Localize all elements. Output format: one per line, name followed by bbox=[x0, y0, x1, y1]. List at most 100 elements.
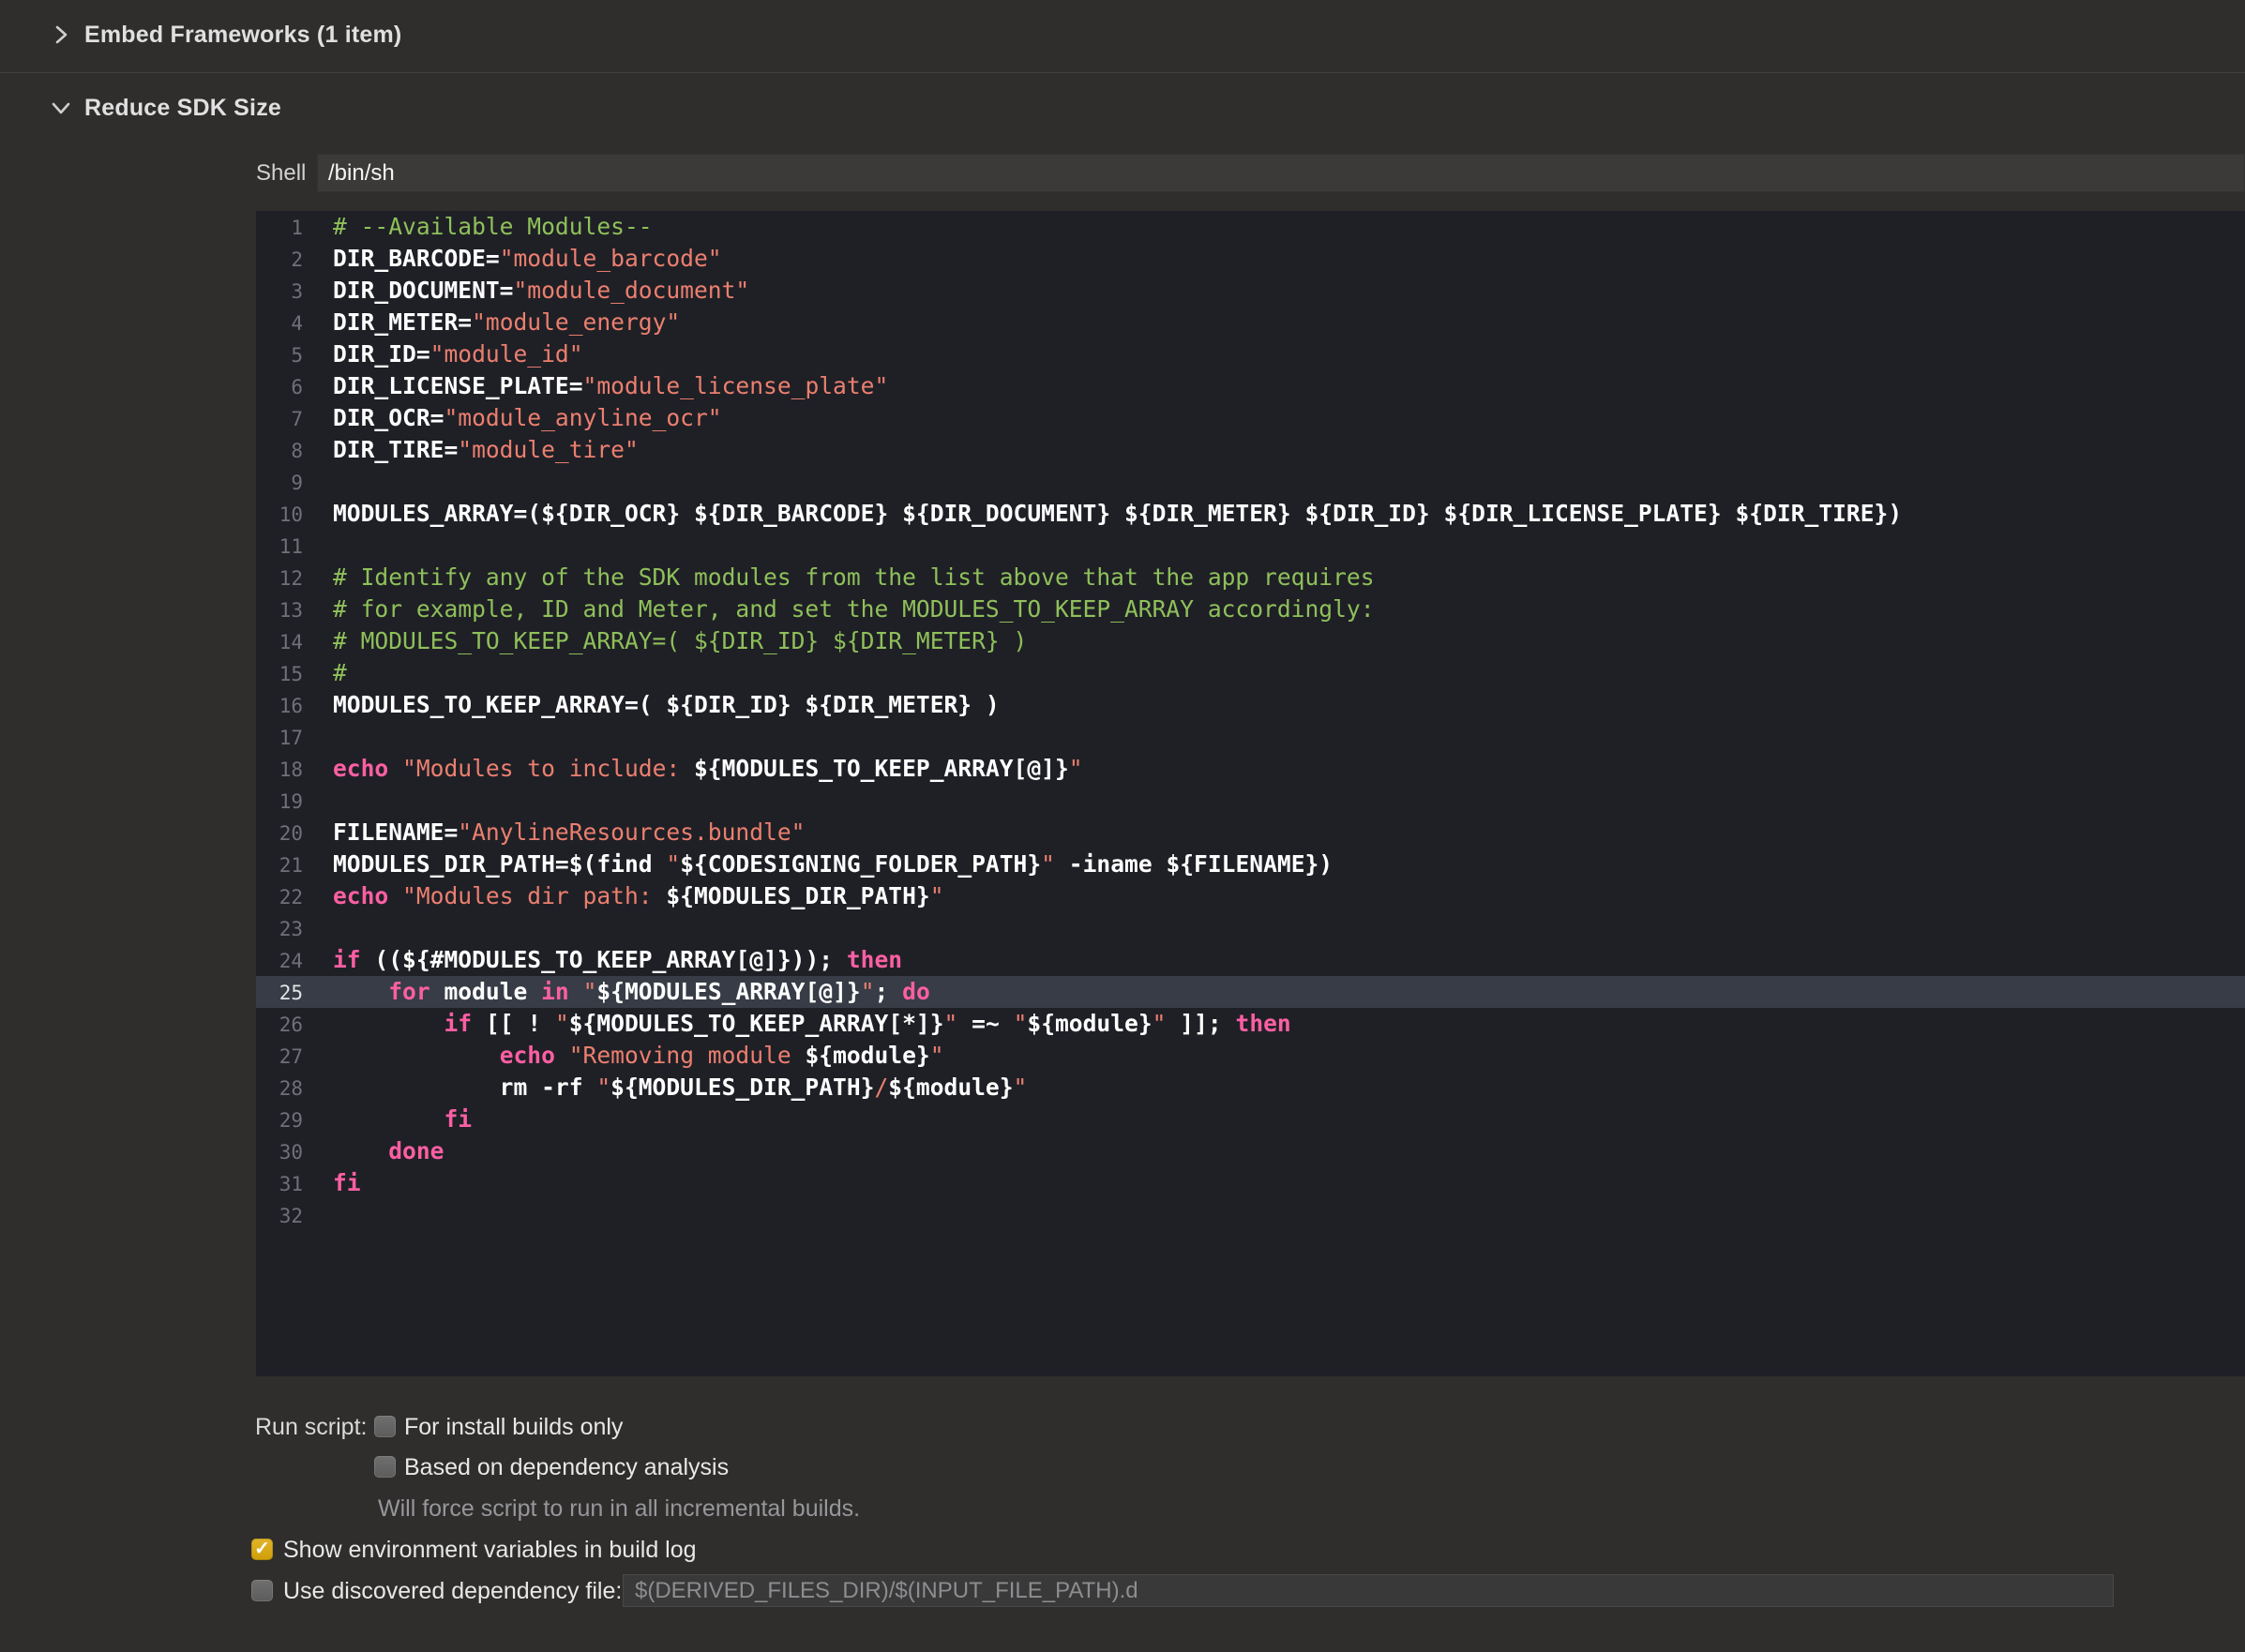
line-number: 10 bbox=[256, 499, 303, 531]
code-line[interactable]: 15# bbox=[256, 657, 2245, 689]
code-text: DIR_METER="module_energy" bbox=[303, 308, 680, 336]
checkbox-show-environment-variables[interactable]: ✓ bbox=[251, 1539, 273, 1560]
line-number: 8 bbox=[256, 435, 303, 467]
line-number: 17 bbox=[256, 722, 303, 754]
code-text: # --Available Modules-- bbox=[303, 213, 653, 240]
line-number: 7 bbox=[256, 403, 303, 435]
line-number: 12 bbox=[256, 563, 303, 594]
script-editor[interactable]: 1# --Available Modules--2DIR_BARCODE="mo… bbox=[256, 211, 2245, 1376]
line-number: 20 bbox=[256, 818, 303, 849]
code-line[interactable]: 6DIR_LICENSE_PLATE="module_license_plate… bbox=[256, 370, 2245, 402]
code-text: if ((${#MODULES_TO_KEEP_ARRAY[@]})); the… bbox=[303, 946, 902, 973]
line-number: 4 bbox=[256, 308, 303, 339]
code-line[interactable]: 20FILENAME="AnylineResources.bundle" bbox=[256, 817, 2245, 849]
phase-title: Reduce SDK Size bbox=[84, 82, 281, 134]
code-line[interactable]: 5DIR_ID="module_id" bbox=[256, 338, 2245, 370]
code-line[interactable]: 7DIR_OCR="module_anyline_ocr" bbox=[256, 402, 2245, 434]
code-line[interactable]: 3DIR_DOCUMENT="module_document" bbox=[256, 275, 2245, 307]
line-number: 13 bbox=[256, 594, 303, 626]
code-line[interactable]: 8DIR_TIRE="module_tire" bbox=[256, 434, 2245, 466]
code-line[interactable]: 23 bbox=[256, 912, 2245, 944]
code-text: DIR_DOCUMENT="module_document" bbox=[303, 277, 749, 304]
checkbox-for-install-builds-only[interactable]: ✓ bbox=[374, 1416, 396, 1437]
line-number: 19 bbox=[256, 786, 303, 818]
phase-title: Embed Frameworks (1 item) bbox=[84, 8, 401, 61]
code-text: rm -rf "${MODULES_DIR_PATH}/${module}" bbox=[303, 1074, 1027, 1101]
line-number: 31 bbox=[256, 1168, 303, 1200]
line-number: 3 bbox=[256, 276, 303, 308]
code-line[interactable]: 29 fi bbox=[256, 1104, 2245, 1135]
code-line[interactable]: 17 bbox=[256, 721, 2245, 753]
code-text: MODULES_ARRAY=(${DIR_OCR} ${DIR_BARCODE}… bbox=[303, 500, 1902, 527]
code-text: for module in "${MODULES_ARRAY[@]}"; do bbox=[303, 978, 930, 1005]
line-number: 26 bbox=[256, 1009, 303, 1041]
code-line[interactable]: 1# --Available Modules-- bbox=[256, 211, 2245, 243]
for-install-builds-only-label: For install builds only bbox=[404, 1414, 623, 1440]
code-text bbox=[303, 723, 333, 750]
section-divider bbox=[0, 72, 2245, 73]
phase-header-reduce-sdk-size[interactable]: Reduce SDK Size bbox=[0, 82, 2245, 134]
code-text: fi bbox=[303, 1169, 361, 1196]
line-number: 14 bbox=[256, 626, 303, 658]
code-line[interactable]: 22echo "Modules dir path: ${MODULES_DIR_… bbox=[256, 880, 2245, 912]
checkmark-icon: ✓ bbox=[251, 1539, 273, 1560]
code-text: DIR_OCR="module_anyline_ocr" bbox=[303, 404, 722, 431]
code-line[interactable]: 4DIR_METER="module_energy" bbox=[256, 307, 2245, 338]
code-text bbox=[303, 914, 333, 941]
code-line[interactable]: 12# Identify any of the SDK modules from… bbox=[256, 562, 2245, 593]
show-environment-variables-label: Show environment variables in build log bbox=[283, 1537, 697, 1563]
code-line[interactable]: 18echo "Modules to include: ${MODULES_TO… bbox=[256, 753, 2245, 785]
code-text bbox=[303, 532, 333, 559]
code-text: fi bbox=[303, 1105, 472, 1133]
line-number: 32 bbox=[256, 1200, 303, 1232]
line-number: 25 bbox=[256, 977, 303, 1009]
code-line[interactable]: 16MODULES_TO_KEEP_ARRAY=( ${DIR_ID} ${DI… bbox=[256, 689, 2245, 721]
code-text: # for example, ID and Meter, and set the… bbox=[303, 595, 1375, 623]
shell-input[interactable]: /bin/sh bbox=[317, 154, 2245, 192]
line-number: 24 bbox=[256, 945, 303, 977]
code-line[interactable]: 30 done bbox=[256, 1135, 2245, 1167]
code-line[interactable]: 21MODULES_DIR_PATH=$(find "${CODESIGNING… bbox=[256, 849, 2245, 880]
phase-header-embed-frameworks[interactable]: Embed Frameworks (1 item) bbox=[0, 8, 2245, 61]
checkbox-use-discovered-dependency-file[interactable]: ✓ bbox=[251, 1580, 273, 1601]
code-line[interactable]: 10MODULES_ARRAY=(${DIR_OCR} ${DIR_BARCOD… bbox=[256, 498, 2245, 530]
line-number: 30 bbox=[256, 1136, 303, 1168]
build-phases-pane: Embed Frameworks (1 item) Reduce SDK Siz… bbox=[0, 0, 2245, 1652]
code-line[interactable]: 32 bbox=[256, 1199, 2245, 1231]
chevron-down-icon[interactable] bbox=[49, 96, 73, 120]
code-text: MODULES_TO_KEEP_ARRAY=( ${DIR_ID} ${DIR_… bbox=[303, 691, 1000, 718]
line-number: 18 bbox=[256, 754, 303, 786]
based-on-dependency-analysis-label: Based on dependency analysis bbox=[404, 1454, 729, 1480]
code-text: echo "Removing module ${module}" bbox=[303, 1042, 944, 1069]
dependency-file-input[interactable]: $(DERIVED_FILES_DIR)/$(INPUT_FILE_PATH).… bbox=[623, 1574, 2114, 1607]
line-number: 21 bbox=[256, 849, 303, 881]
use-discovered-dependency-file-label: Use discovered dependency file: bbox=[283, 1578, 622, 1604]
code-text: DIR_LICENSE_PLATE="module_license_plate" bbox=[303, 372, 888, 399]
line-number: 6 bbox=[256, 371, 303, 403]
line-number: 11 bbox=[256, 531, 303, 563]
line-number: 15 bbox=[256, 658, 303, 690]
run-script-label: Run script: bbox=[255, 1414, 367, 1440]
code-line[interactable]: 9 bbox=[256, 466, 2245, 498]
code-line[interactable]: 28 rm -rf "${MODULES_DIR_PATH}/${module}… bbox=[256, 1072, 2245, 1104]
code-line[interactable]: 13# for example, ID and Meter, and set t… bbox=[256, 593, 2245, 625]
line-number: 29 bbox=[256, 1104, 303, 1136]
code-line[interactable]: 2DIR_BARCODE="module_barcode" bbox=[256, 243, 2245, 275]
code-text: echo "Modules dir path: ${MODULES_DIR_PA… bbox=[303, 882, 944, 909]
code-line[interactable]: 27 echo "Removing module ${module}" bbox=[256, 1040, 2245, 1072]
code-line[interactable]: 26 if [[ ! "${MODULES_TO_KEEP_ARRAY[*]}"… bbox=[256, 1008, 2245, 1040]
code-line[interactable]: 19 bbox=[256, 785, 2245, 817]
line-number: 27 bbox=[256, 1041, 303, 1073]
checkbox-based-on-dependency-analysis[interactable]: ✓ bbox=[374, 1456, 396, 1478]
code-text: DIR_BARCODE="module_barcode" bbox=[303, 245, 722, 272]
code-text: # Identify any of the SDK modules from t… bbox=[303, 563, 1375, 591]
code-line[interactable]: 14# MODULES_TO_KEEP_ARRAY=( ${DIR_ID} ${… bbox=[256, 625, 2245, 657]
code-text bbox=[303, 787, 333, 814]
code-line[interactable]: 24if ((${#MODULES_TO_KEEP_ARRAY[@]})); t… bbox=[256, 944, 2245, 976]
code-line[interactable]: 11 bbox=[256, 530, 2245, 562]
chevron-right-icon[interactable] bbox=[49, 23, 73, 47]
code-text: FILENAME="AnylineResources.bundle" bbox=[303, 818, 805, 846]
code-text: MODULES_DIR_PATH=$(find "${CODESIGNING_F… bbox=[303, 850, 1333, 878]
code-line[interactable]: 31fi bbox=[256, 1167, 2245, 1199]
code-line[interactable]: 25 for module in "${MODULES_ARRAY[@]}"; … bbox=[256, 976, 2245, 1008]
